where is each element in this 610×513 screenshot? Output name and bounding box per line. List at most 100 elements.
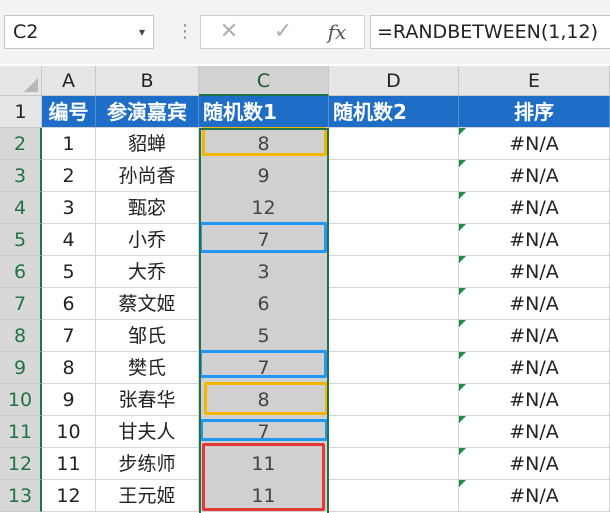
cell-c[interactable]: 3 bbox=[199, 256, 329, 288]
highlight-box-blue bbox=[199, 222, 327, 253]
cell-d[interactable] bbox=[329, 384, 459, 416]
formula-buttons: ✕ ✓ fx bbox=[200, 15, 365, 49]
cell-c[interactable]: 6 bbox=[199, 288, 329, 320]
cell-e[interactable]: #N/A bbox=[459, 128, 610, 160]
cell-b[interactable]: 步练师 bbox=[96, 448, 199, 480]
header-cell-d[interactable]: 随机数2 bbox=[329, 96, 459, 128]
row-header[interactable]: 9 bbox=[0, 352, 42, 384]
error-indicator-icon bbox=[459, 384, 466, 391]
error-indicator-icon bbox=[459, 320, 466, 327]
highlight-box-orange bbox=[202, 127, 327, 156]
select-all-triangle-icon bbox=[24, 78, 38, 92]
cell-a[interactable]: 1 bbox=[42, 128, 96, 160]
cell-e[interactable]: #N/A bbox=[459, 320, 610, 352]
cell-d[interactable] bbox=[329, 352, 459, 384]
header-cell-e[interactable]: 排序 bbox=[459, 96, 610, 128]
cell-d[interactable] bbox=[329, 448, 459, 480]
row-header[interactable]: 5 bbox=[0, 224, 42, 256]
cell-d[interactable] bbox=[329, 128, 459, 160]
header-cell-a[interactable]: 编号 bbox=[42, 96, 96, 128]
cell-d[interactable] bbox=[329, 320, 459, 352]
cell-b[interactable]: 孙尚香 bbox=[96, 160, 199, 192]
cell-d[interactable] bbox=[329, 192, 459, 224]
row-header[interactable]: 1 bbox=[0, 96, 42, 128]
cell-a[interactable]: 9 bbox=[42, 384, 96, 416]
cell-b[interactable]: 大乔 bbox=[96, 256, 199, 288]
cell-e[interactable]: #N/A bbox=[459, 448, 610, 480]
cell-e[interactable]: #N/A bbox=[459, 224, 610, 256]
cell-d[interactable] bbox=[329, 288, 459, 320]
name-box-value: C2 bbox=[13, 21, 39, 43]
cell-a[interactable]: 11 bbox=[42, 448, 96, 480]
cell-d[interactable] bbox=[329, 256, 459, 288]
cell-d[interactable] bbox=[329, 480, 459, 512]
chevron-down-icon[interactable]: ▾ bbox=[139, 16, 145, 48]
column-header-b[interactable]: B bbox=[96, 66, 199, 96]
name-box[interactable]: C2 ▾ bbox=[4, 15, 154, 49]
enter-check-icon[interactable]: ✓ bbox=[263, 16, 303, 48]
cell-b[interactable]: 王元姬 bbox=[96, 480, 199, 512]
cell-e[interactable]: #N/A bbox=[459, 160, 610, 192]
cell-e[interactable]: #N/A bbox=[459, 256, 610, 288]
cell-b[interactable]: 甘夫人 bbox=[96, 416, 199, 448]
row-header[interactable]: 12 bbox=[0, 448, 42, 480]
error-indicator-icon bbox=[459, 224, 466, 231]
column-header-d[interactable]: D bbox=[329, 66, 459, 96]
row-header[interactable]: 2 bbox=[0, 128, 42, 160]
cancel-icon[interactable]: ✕ bbox=[209, 16, 249, 48]
cell-a[interactable]: 10 bbox=[42, 416, 96, 448]
cell-e[interactable]: #N/A bbox=[459, 352, 610, 384]
row-header[interactable]: 6 bbox=[0, 256, 42, 288]
cell-c[interactable]: 9 bbox=[199, 160, 329, 192]
cell-e[interactable]: #N/A bbox=[459, 288, 610, 320]
cell-a[interactable]: 3 bbox=[42, 192, 96, 224]
cell-a[interactable]: 4 bbox=[42, 224, 96, 256]
cell-d[interactable] bbox=[329, 160, 459, 192]
cell-d[interactable] bbox=[329, 224, 459, 256]
error-indicator-icon bbox=[459, 128, 466, 135]
cell-a[interactable]: 8 bbox=[42, 352, 96, 384]
error-indicator-icon bbox=[459, 448, 466, 455]
header-cell-c[interactable]: 随机数1 bbox=[199, 96, 329, 128]
highlight-box-red bbox=[202, 443, 325, 511]
cell-a[interactable]: 12 bbox=[42, 480, 96, 512]
row-header[interactable]: 4 bbox=[0, 192, 42, 224]
cell-b[interactable]: 蔡文姬 bbox=[96, 288, 199, 320]
column-header-c[interactable]: C bbox=[199, 66, 329, 96]
row-header[interactable]: 11 bbox=[0, 416, 42, 448]
cell-b[interactable]: 邹氏 bbox=[96, 320, 199, 352]
select-all-corner[interactable] bbox=[0, 66, 42, 96]
column-header-a[interactable]: A bbox=[42, 66, 96, 96]
insert-function-icon[interactable]: fx bbox=[317, 16, 357, 48]
more-vertical-icon[interactable]: ⋮ bbox=[176, 18, 194, 46]
highlight-box-orange bbox=[204, 382, 328, 415]
cell-e[interactable]: #N/A bbox=[459, 192, 610, 224]
cell-a[interactable]: 2 bbox=[42, 160, 96, 192]
cell-c[interactable]: 5 bbox=[199, 320, 329, 352]
header-cell-b[interactable]: 参演嘉宾 bbox=[96, 96, 199, 128]
cell-a[interactable]: 6 bbox=[42, 288, 96, 320]
cell-d[interactable] bbox=[329, 416, 459, 448]
cell-b[interactable]: 樊氏 bbox=[96, 352, 199, 384]
row-header[interactable]: 10 bbox=[0, 384, 42, 416]
column-header-e[interactable]: E bbox=[459, 66, 610, 96]
error-indicator-icon bbox=[459, 416, 466, 423]
cell-e[interactable]: #N/A bbox=[459, 416, 610, 448]
formula-bar: C2 ▾ ⋮ ✕ ✓ fx =RANDBETWEEN(1,12) bbox=[0, 0, 610, 64]
cell-c[interactable]: 12 bbox=[199, 192, 329, 224]
cell-e[interactable]: #N/A bbox=[459, 384, 610, 416]
row-header[interactable]: 8 bbox=[0, 320, 42, 352]
row-header[interactable]: 7 bbox=[0, 288, 42, 320]
row-header[interactable]: 13 bbox=[0, 480, 42, 512]
cell-a[interactable]: 5 bbox=[42, 256, 96, 288]
error-indicator-icon bbox=[459, 480, 466, 487]
error-indicator-icon bbox=[459, 160, 466, 167]
cell-b[interactable]: 甄宓 bbox=[96, 192, 199, 224]
cell-a[interactable]: 7 bbox=[42, 320, 96, 352]
formula-input[interactable]: =RANDBETWEEN(1,12) bbox=[370, 15, 610, 49]
row-header[interactable]: 3 bbox=[0, 160, 42, 192]
cell-b[interactable]: 貂蝉 bbox=[96, 128, 199, 160]
cell-b[interactable]: 张春华 bbox=[96, 384, 199, 416]
cell-e[interactable]: #N/A bbox=[459, 480, 610, 512]
cell-b[interactable]: 小乔 bbox=[96, 224, 199, 256]
